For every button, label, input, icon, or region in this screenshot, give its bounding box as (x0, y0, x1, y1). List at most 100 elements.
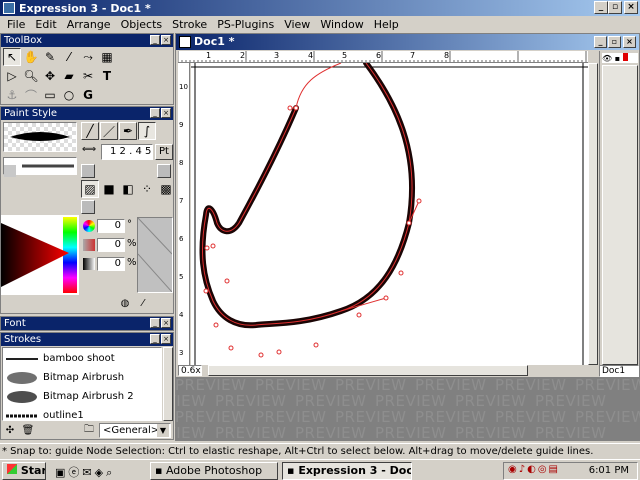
panel-minimize-button[interactable]: _ (150, 35, 160, 45)
fill-none-icon[interactable]: ▨ (81, 180, 99, 198)
outlook-icon[interactable]: ✉ (82, 466, 94, 479)
preview-watermark: PREVIEW (455, 392, 527, 410)
scissors-tool-icon[interactable]: ✂ (79, 67, 97, 85)
stroke-brush-icon[interactable]: ／ (100, 122, 118, 140)
vertical-ruler[interactable]: 10 9 8 7 6 5 4 3 (178, 63, 190, 365)
layer-row[interactable]: 👁︎ ▪ (602, 53, 638, 63)
panel-minimize-button[interactable]: _ (150, 334, 160, 344)
new-stroke-icon[interactable]: ✣ (2, 422, 18, 438)
task-photoshop[interactable]: ▪ Adobe Photoshop (150, 462, 278, 480)
color-wheel-icon[interactable]: ◍ (117, 295, 133, 311)
panel-close-button[interactable]: × (161, 318, 171, 328)
search-icon[interactable]: ⌕ (106, 466, 115, 479)
stroke-preview[interactable] (3, 122, 77, 152)
list-item[interactable]: outline1 (5, 406, 161, 420)
menu-ps-plugins[interactable]: PS-Plugins (212, 18, 279, 31)
fill-texture-icon[interactable]: ▩ (157, 180, 175, 198)
task-expression[interactable]: ▪ Expression 3 - Doc1 * (282, 462, 412, 480)
eyedropper-tool-icon[interactable]: ⁄ (60, 48, 78, 66)
horizontal-ruler[interactable]: 1 2 3 4 5 6 7 8 (178, 51, 588, 63)
saturation-input[interactable]: 0 (97, 238, 125, 252)
document-tab[interactable]: Doc1 (599, 365, 639, 377)
doc-close-button[interactable]: × (623, 36, 636, 48)
trash-icon[interactable]: 🗑︎ (20, 422, 36, 438)
preview-watermark: PREVIEW (335, 378, 407, 394)
pointer-tool-icon[interactable]: ↖ (3, 48, 21, 66)
color-picker[interactable] (1, 215, 79, 295)
list-item[interactable]: bamboo shoot (5, 349, 161, 368)
doc-minimize-button[interactable]: _ (594, 36, 607, 48)
drawing-canvas[interactable] (191, 60, 588, 365)
width-unit-button[interactable]: Pt (155, 144, 173, 160)
tray-icons[interactable]: ◉♪◐◎▤ (508, 464, 560, 475)
text-tool-icon[interactable]: T (98, 67, 116, 85)
menu-arrange[interactable]: Arrange (62, 18, 116, 31)
brush-tool-icon[interactable]: ✎ (41, 48, 59, 66)
close-button[interactable]: × (624, 1, 638, 14)
minimize-button[interactable]: _ (594, 1, 608, 14)
menu-view[interactable]: View (279, 18, 315, 31)
menu-help[interactable]: Help (369, 18, 404, 31)
stroke-pen-icon[interactable]: ╱ (81, 122, 99, 140)
hue-input[interactable]: 0 (97, 219, 125, 233)
zoom-level[interactable]: 0.6x (178, 365, 202, 376)
media-icon[interactable]: ◈ (95, 466, 106, 479)
anchor-tool-icon[interactable]: ⚓ (3, 86, 21, 104)
magnet-tool-icon[interactable]: ⌒ (22, 86, 40, 104)
stroke-width-input[interactable]: 1 2 . 4 5 (101, 144, 153, 160)
swatch-option-box-right[interactable] (157, 164, 171, 178)
menu-file[interactable]: File (2, 18, 30, 31)
layer-color-swatch (622, 53, 628, 61)
preview-watermark: PREVIEW (175, 424, 207, 441)
width-adjust-icon[interactable]: ⟺ (81, 144, 97, 160)
canvas-vscrollbar[interactable] (588, 63, 598, 365)
panel-close-button[interactable]: × (161, 334, 171, 344)
list-item[interactable]: Bitmap Airbrush (5, 368, 161, 387)
menu-edit[interactable]: Edit (30, 18, 61, 31)
canvas-hscrollbar[interactable] (208, 365, 528, 376)
menu-stroke[interactable]: Stroke (167, 18, 212, 31)
stroke-category-select[interactable]: <General> ▼ (99, 423, 171, 438)
fill-pattern-icon[interactable]: ⁘ (138, 180, 156, 198)
menu-objects[interactable]: Objects (116, 18, 168, 31)
eraser-tool-icon[interactable]: ▰ (60, 67, 78, 85)
node-tool-icon[interactable]: ✥ (41, 67, 59, 85)
expression-icon: ▪ (287, 464, 295, 477)
list-item[interactable]: Bitmap Airbrush 2 (5, 387, 161, 406)
color-swatch-preview[interactable] (137, 217, 173, 293)
menu-window[interactable]: Window (315, 18, 368, 31)
stroke-skeletal-icon[interactable]: ∫ (138, 122, 156, 140)
panel-close-button[interactable]: × (161, 108, 171, 118)
fill-solid-icon[interactable]: ■ (100, 180, 118, 198)
hue-icon (83, 220, 95, 232)
ie-icon[interactable]: ⓔ (68, 466, 82, 479)
layers-list[interactable] (602, 65, 638, 365)
pen-tool-icon[interactable]: ⤳ (79, 48, 97, 66)
doc-maximize-button[interactable]: ▫ (608, 36, 621, 48)
spiral-tool-icon[interactable]: G (79, 86, 97, 104)
rectangle-tool-icon[interactable]: ▭ (41, 86, 59, 104)
lock-icon[interactable]: ▪ (615, 54, 620, 63)
brightness-input[interactable]: 0 (97, 257, 125, 271)
fill-option-box[interactable] (81, 200, 95, 214)
photoshop-icon: ▪ (155, 464, 163, 477)
panel-minimize-button[interactable]: _ (150, 318, 160, 328)
chevron-down-icon[interactable]: ▼ (157, 424, 169, 437)
start-button[interactable]: Start (2, 462, 46, 480)
marquee-tool-icon[interactable]: ▦ (98, 48, 116, 66)
ellipse-tool-icon[interactable]: ○ (60, 86, 78, 104)
panel-minimize-button[interactable]: _ (150, 108, 160, 118)
stroke-calligraphy-icon[interactable]: ✒ (119, 122, 137, 140)
hand-tool-icon[interactable]: ✋ (22, 48, 40, 66)
folder-icon[interactable]: 🗀 (81, 422, 97, 438)
eyedropper-icon[interactable]: ⁄ (135, 295, 151, 311)
eye-icon[interactable]: 👁︎ (602, 54, 612, 63)
zoom-tool-icon[interactable]: 🔍︎ (22, 67, 40, 85)
swatch-option-box[interactable] (81, 164, 95, 178)
desktop-icon[interactable]: ▣ (55, 466, 68, 479)
panel-close-button[interactable]: × (161, 35, 171, 45)
fill-gradient-icon[interactable]: ◧ (119, 180, 137, 198)
subselect-tool-icon[interactable]: ▷ (3, 67, 21, 85)
maximize-button[interactable]: ▫ (608, 1, 622, 14)
strokes-scrollbar[interactable] (163, 347, 173, 421)
